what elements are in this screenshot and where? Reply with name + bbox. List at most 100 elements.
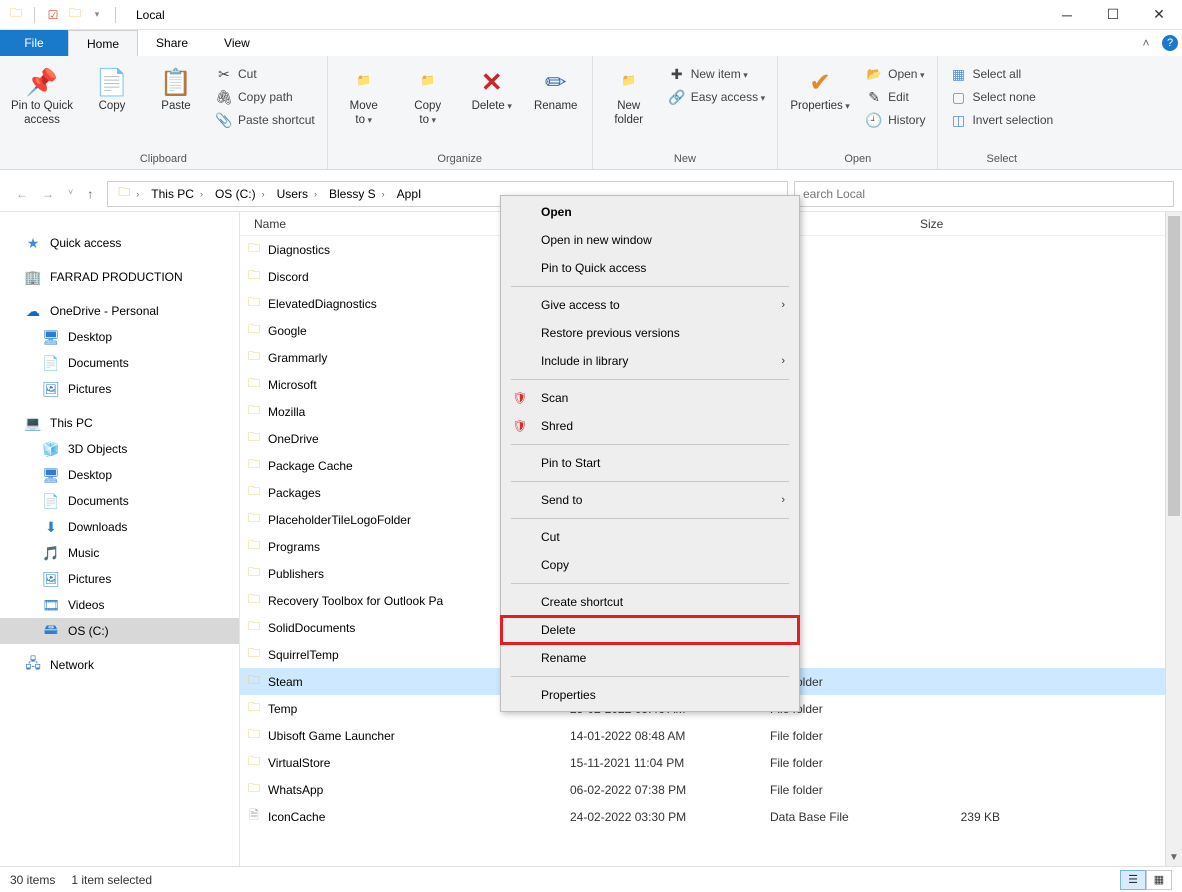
tree-pc-desktop[interactable]: 🖥Desktop — [0, 462, 239, 488]
tab-home[interactable]: Home — [68, 30, 138, 56]
breadcrumb-item[interactable]: This PC› — [147, 187, 209, 201]
menu-item-label: Pin to Quick access — [541, 261, 646, 275]
easy-access-button[interactable]: 🔗Easy access — [663, 87, 771, 107]
menu-separator — [511, 583, 789, 584]
cut-button[interactable]: ✂Cut — [210, 64, 321, 84]
tree-3d-objects[interactable]: 🧊3D Objects — [0, 436, 239, 462]
scroll-thumb[interactable] — [1168, 216, 1180, 516]
collapse-ribbon-icon[interactable]: ˄ — [1134, 30, 1158, 56]
delete-button[interactable]: ✕Delete — [462, 60, 522, 114]
rename-button[interactable]: ✏Rename — [526, 60, 586, 114]
invert-selection-button[interactable]: ◫Invert selection — [944, 110, 1059, 130]
table-row[interactable]: 🗀 Ubisoft Game Launcher 14-01-2022 08:48… — [240, 722, 1182, 749]
tree-pc-pictures[interactable]: 🖼Pictures — [0, 566, 239, 592]
documents-icon: 📄 — [42, 492, 60, 510]
tree-this-pc[interactable]: 💻This PC — [0, 410, 239, 436]
folder-icon: 🗀 — [240, 671, 268, 692]
menu-item-restore-previous-versions[interactable]: Restore previous versions — [501, 319, 799, 347]
folder-icon: 🗀 — [240, 239, 268, 260]
menu-item-properties[interactable]: Properties — [501, 681, 799, 709]
folder-icon: 🗀 — [240, 401, 268, 422]
qat-dropdown-icon[interactable]: ▾ — [89, 7, 105, 23]
paste-shortcut-button[interactable]: 📎Paste shortcut — [210, 110, 321, 130]
tree-pc-documents[interactable]: 📄Documents — [0, 488, 239, 514]
tab-view[interactable]: View — [206, 30, 268, 56]
tree-network[interactable]: 🖧Network — [0, 652, 239, 678]
breadcrumb-item[interactable]: Users› — [273, 187, 323, 201]
tab-share[interactable]: Share — [138, 30, 206, 56]
new-item-button[interactable]: ✚New item — [663, 64, 771, 84]
breadcrumb-root-icon[interactable]: 🗀› — [114, 183, 145, 204]
edit-button[interactable]: ✎Edit — [860, 87, 931, 107]
view-large-button[interactable]: ▦ — [1146, 870, 1172, 890]
menu-item-copy[interactable]: Copy — [501, 551, 799, 579]
menu-separator — [511, 286, 789, 287]
menu-item-create-shortcut[interactable]: Create shortcut — [501, 588, 799, 616]
menu-item-delete[interactable]: Delete — [501, 616, 799, 644]
close-button[interactable]: ✕ — [1136, 0, 1182, 30]
menu-item-open[interactable]: Open — [501, 198, 799, 226]
scroll-down-icon[interactable]: ▼ — [1166, 849, 1182, 866]
view-details-button[interactable]: ☰ — [1120, 870, 1146, 890]
pin-to-quick-access-button[interactable]: 📌 Pin to Quick access — [6, 60, 78, 128]
history-button[interactable]: 🕘History — [860, 110, 931, 130]
menu-item-send-to[interactable]: Send to› — [501, 486, 799, 514]
menu-item-give-access-to[interactable]: Give access to› — [501, 291, 799, 319]
properties-icon[interactable]: ☑ — [45, 7, 61, 23]
tree-pc-downloads[interactable]: ⬇Downloads — [0, 514, 239, 540]
tree-pc-videos[interactable]: 🎞Videos — [0, 592, 239, 618]
tab-file[interactable]: File — [0, 30, 68, 56]
vertical-scrollbar[interactable]: ▲ ▼ — [1165, 212, 1182, 866]
music-icon: 🎵 — [42, 544, 60, 562]
tree-od-pictures[interactable]: 🖼Pictures — [0, 376, 239, 402]
status-bar: 30 items 1 item selected ☰ ▦ — [0, 866, 1182, 892]
menu-item-cut[interactable]: Cut — [501, 523, 799, 551]
nav-up-button[interactable]: ↑ — [87, 187, 93, 201]
column-size[interactable]: Size — [920, 212, 1020, 235]
nav-forward-button[interactable]: → — [42, 187, 54, 201]
tree-quick-access[interactable]: ★Quick access — [0, 230, 239, 256]
tree-od-documents[interactable]: 📄Documents — [0, 350, 239, 376]
paste-button[interactable]: 📋 Paste — [146, 60, 206, 114]
menu-item-rename[interactable]: Rename — [501, 644, 799, 672]
breadcrumb-item[interactable]: OS (C:)› — [211, 187, 271, 201]
menu-item-open-in-new-window[interactable]: Open in new window — [501, 226, 799, 254]
properties-button[interactable]: ✔Properties — [784, 60, 856, 114]
table-row[interactable]: 🗀 WhatsApp 06-02-2022 07:38 PM File fold… — [240, 776, 1182, 803]
maximize-button[interactable]: ☐ — [1090, 0, 1136, 30]
select-none-button[interactable]: ▢Select none — [944, 87, 1059, 107]
status-item-count: 30 items — [10, 873, 55, 887]
search-input[interactable] — [794, 181, 1174, 207]
cloud-icon: ☁ — [24, 302, 42, 320]
breadcrumb-item[interactable]: Blessy S› — [325, 187, 391, 201]
tree-pc-os[interactable]: 🖴OS (C:) — [0, 618, 239, 644]
nav-back-button[interactable]: ← — [16, 187, 28, 201]
table-row[interactable]: 🗎 IconCache 24-02-2022 03:30 PM Data Bas… — [240, 803, 1182, 830]
help-button[interactable]: ? — [1158, 30, 1182, 56]
folder-icon: 🗀 — [240, 698, 268, 719]
pictures-icon: 🖼 — [42, 570, 60, 588]
new-folder-button[interactable]: 📁New folder — [599, 60, 659, 128]
table-row[interactable]: 🗀 VirtualStore 15-11-2021 11:04 PM File … — [240, 749, 1182, 776]
tree-onedrive[interactable]: ☁OneDrive - Personal — [0, 298, 239, 324]
open-button[interactable]: 📂Open — [860, 64, 931, 84]
select-all-button[interactable]: ▦Select all — [944, 64, 1059, 84]
menu-item-pin-to-quick-access[interactable]: Pin to Quick access — [501, 254, 799, 282]
nav-recent-button[interactable]: ˅ — [68, 187, 73, 201]
menu-item-pin-to-start[interactable]: Pin to Start — [501, 449, 799, 477]
easy-access-icon: 🔗 — [669, 89, 685, 105]
move-to-button[interactable]: 📁Move to — [334, 60, 394, 128]
tree-od-desktop[interactable]: 🖥Desktop — [0, 324, 239, 350]
copy-button[interactable]: 📄 Copy — [82, 60, 142, 114]
qat-folder-icon[interactable]: 🗀 — [67, 7, 83, 23]
menu-item-shred[interactable]: 🛡Shred — [501, 412, 799, 440]
nav-tree[interactable]: ★Quick access 🏢FARRAD PRODUCTION ☁OneDri… — [0, 212, 240, 866]
breadcrumb-item[interactable]: AppI — [393, 187, 426, 201]
tree-pc-music[interactable]: 🎵Music — [0, 540, 239, 566]
minimize-button[interactable]: ─ — [1044, 0, 1090, 30]
copy-to-button[interactable]: 📁Copy to — [398, 60, 458, 128]
menu-item-include-in-library[interactable]: Include in library› — [501, 347, 799, 375]
copy-path-button[interactable]: 🖇Copy path — [210, 87, 321, 107]
tree-farrad[interactable]: 🏢FARRAD PRODUCTION — [0, 264, 239, 290]
menu-item-scan[interactable]: 🛡Scan — [501, 384, 799, 412]
